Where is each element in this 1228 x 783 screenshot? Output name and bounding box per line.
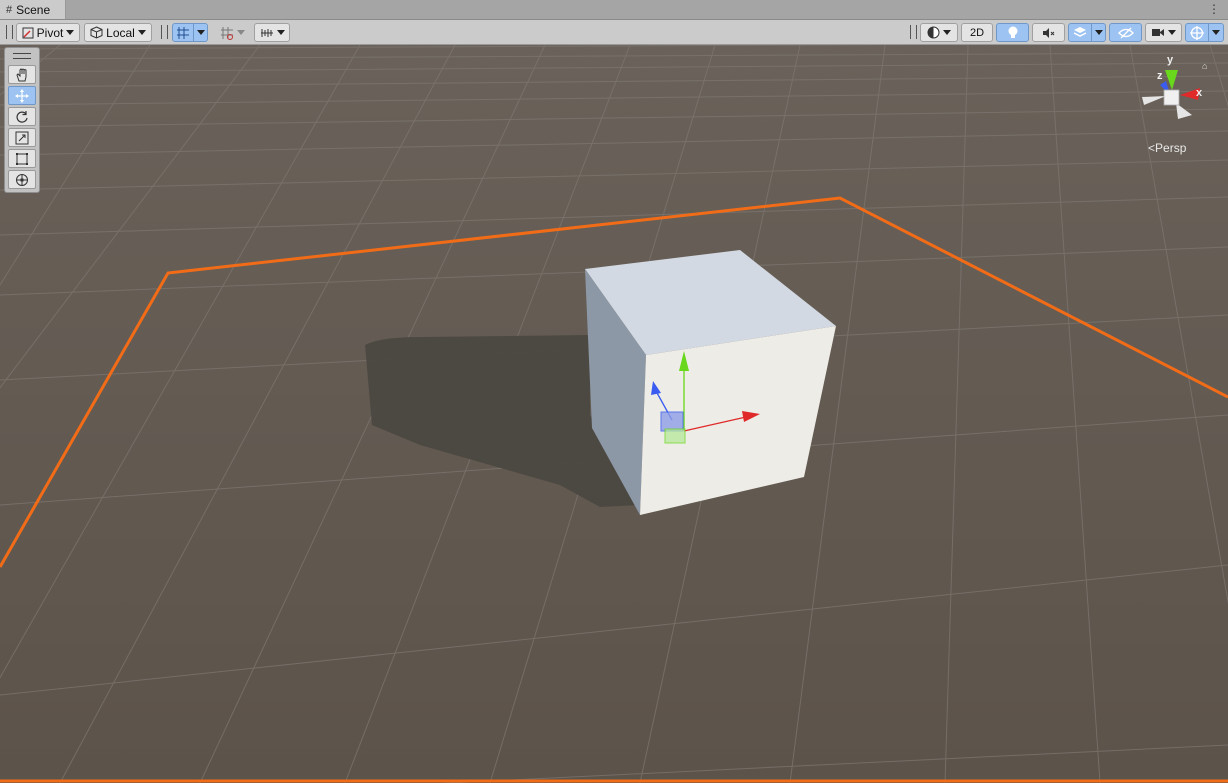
grid-snap-icon (177, 26, 189, 39)
scene-viewport[interactable]: ⌂ y x z (0, 45, 1228, 783)
increment-snap-icon (220, 26, 233, 40)
chevron-down-icon (236, 30, 245, 35)
scene-canvas[interactable]: ⌂ y x z (0, 45, 1228, 783)
lightbulb-icon (1008, 26, 1017, 38)
chevron-down-icon (276, 30, 285, 35)
rotate-icon (16, 110, 28, 123)
transform-tool-button[interactable] (8, 170, 36, 189)
audio-mute-icon (1042, 27, 1054, 38)
shading-mode-icon (927, 26, 940, 39)
gizmo-plane-handle[interactable] (660, 411, 684, 432)
chevron-down-icon (1094, 30, 1103, 35)
toolbar-grip-right[interactable] (910, 25, 917, 39)
toolbar-grip-left[interactable] (6, 25, 13, 39)
kebab-menu-icon[interactable]: ⋮ (1208, 2, 1220, 16)
grid-snap-dropdown[interactable] (194, 23, 208, 42)
toolbar-grip-mid[interactable] (161, 25, 168, 39)
draw-mode-dropdown[interactable] (920, 23, 958, 42)
camera-dropdown[interactable] (1145, 23, 1182, 42)
chevron-down-icon (1212, 30, 1220, 35)
tab-scene[interactable]: # Scene (0, 0, 66, 19)
axis-x-label: x (1196, 87, 1203, 99)
local-cube-icon (90, 26, 103, 39)
local-dropdown[interactable]: Local (84, 23, 152, 42)
move-arrows-icon (15, 88, 29, 103)
chevron-down-icon (66, 30, 75, 35)
scale-icon (15, 131, 29, 144)
gizmos-toggle[interactable] (1185, 23, 1209, 42)
chevron-left-icon: < (1148, 141, 1156, 155)
pivot-dropdown[interactable]: Pivot (16, 23, 80, 42)
ruler-icon (260, 28, 273, 37)
audio-toggle[interactable] (1032, 23, 1065, 42)
hand-icon (16, 67, 27, 81)
local-label: Local (106, 25, 135, 40)
scene-toolbar: Pivot Local 2D (0, 20, 1228, 45)
chevron-down-icon (1168, 30, 1176, 35)
effects-toggle[interactable] (1068, 23, 1092, 42)
tools-palette (4, 47, 40, 193)
tab-bar: # Scene ⋮ (0, 0, 1228, 20)
move-tool-button[interactable] (8, 86, 36, 105)
grid-snap-button[interactable] (172, 23, 194, 42)
lighting-toggle[interactable] (996, 23, 1029, 42)
mode-2d-label: 2D (969, 26, 985, 39)
projection-toggle[interactable]: <Persp (1148, 141, 1186, 155)
axis-z-label: z (1157, 70, 1163, 82)
mode-2d-button[interactable]: 2D (961, 23, 993, 42)
effects-dropdown[interactable] (1092, 23, 1106, 42)
rect-transform-icon (16, 152, 28, 165)
hand-tool-button[interactable] (8, 65, 36, 84)
tools-palette-handle[interactable] (13, 53, 31, 59)
transform-icon (16, 173, 28, 186)
axis-y-label: y (1167, 54, 1174, 66)
tab-scene-label: Scene (16, 2, 51, 17)
gizmo-center-cube[interactable] (1163, 89, 1180, 106)
pivot-icon (22, 27, 34, 38)
increment-snap-dropdown[interactable] (213, 23, 251, 42)
eye-hidden-icon (1117, 27, 1134, 38)
chevron-down-icon (137, 30, 146, 35)
lock-icon[interactable]: ⌂ (1202, 61, 1207, 71)
gizmo-plane-handle-xz[interactable] (664, 428, 686, 444)
chevron-down-icon (196, 30, 205, 35)
effects-layers-icon (1073, 27, 1087, 37)
scene-visibility-toggle[interactable] (1109, 23, 1142, 42)
gizmos-dropdown[interactable] (1209, 23, 1224, 42)
chevron-down-icon (943, 30, 951, 35)
rotate-tool-button[interactable] (8, 107, 36, 126)
rect-tool-button[interactable] (8, 149, 36, 168)
grid-hash-icon: # (6, 3, 13, 16)
gizmos-icon (1190, 25, 1204, 40)
ruler-dropdown[interactable] (254, 23, 290, 42)
pivot-label: Pivot (36, 25, 64, 40)
scale-tool-button[interactable] (8, 128, 36, 147)
projection-label: Persp (1155, 141, 1187, 155)
camera-icon (1152, 29, 1164, 36)
